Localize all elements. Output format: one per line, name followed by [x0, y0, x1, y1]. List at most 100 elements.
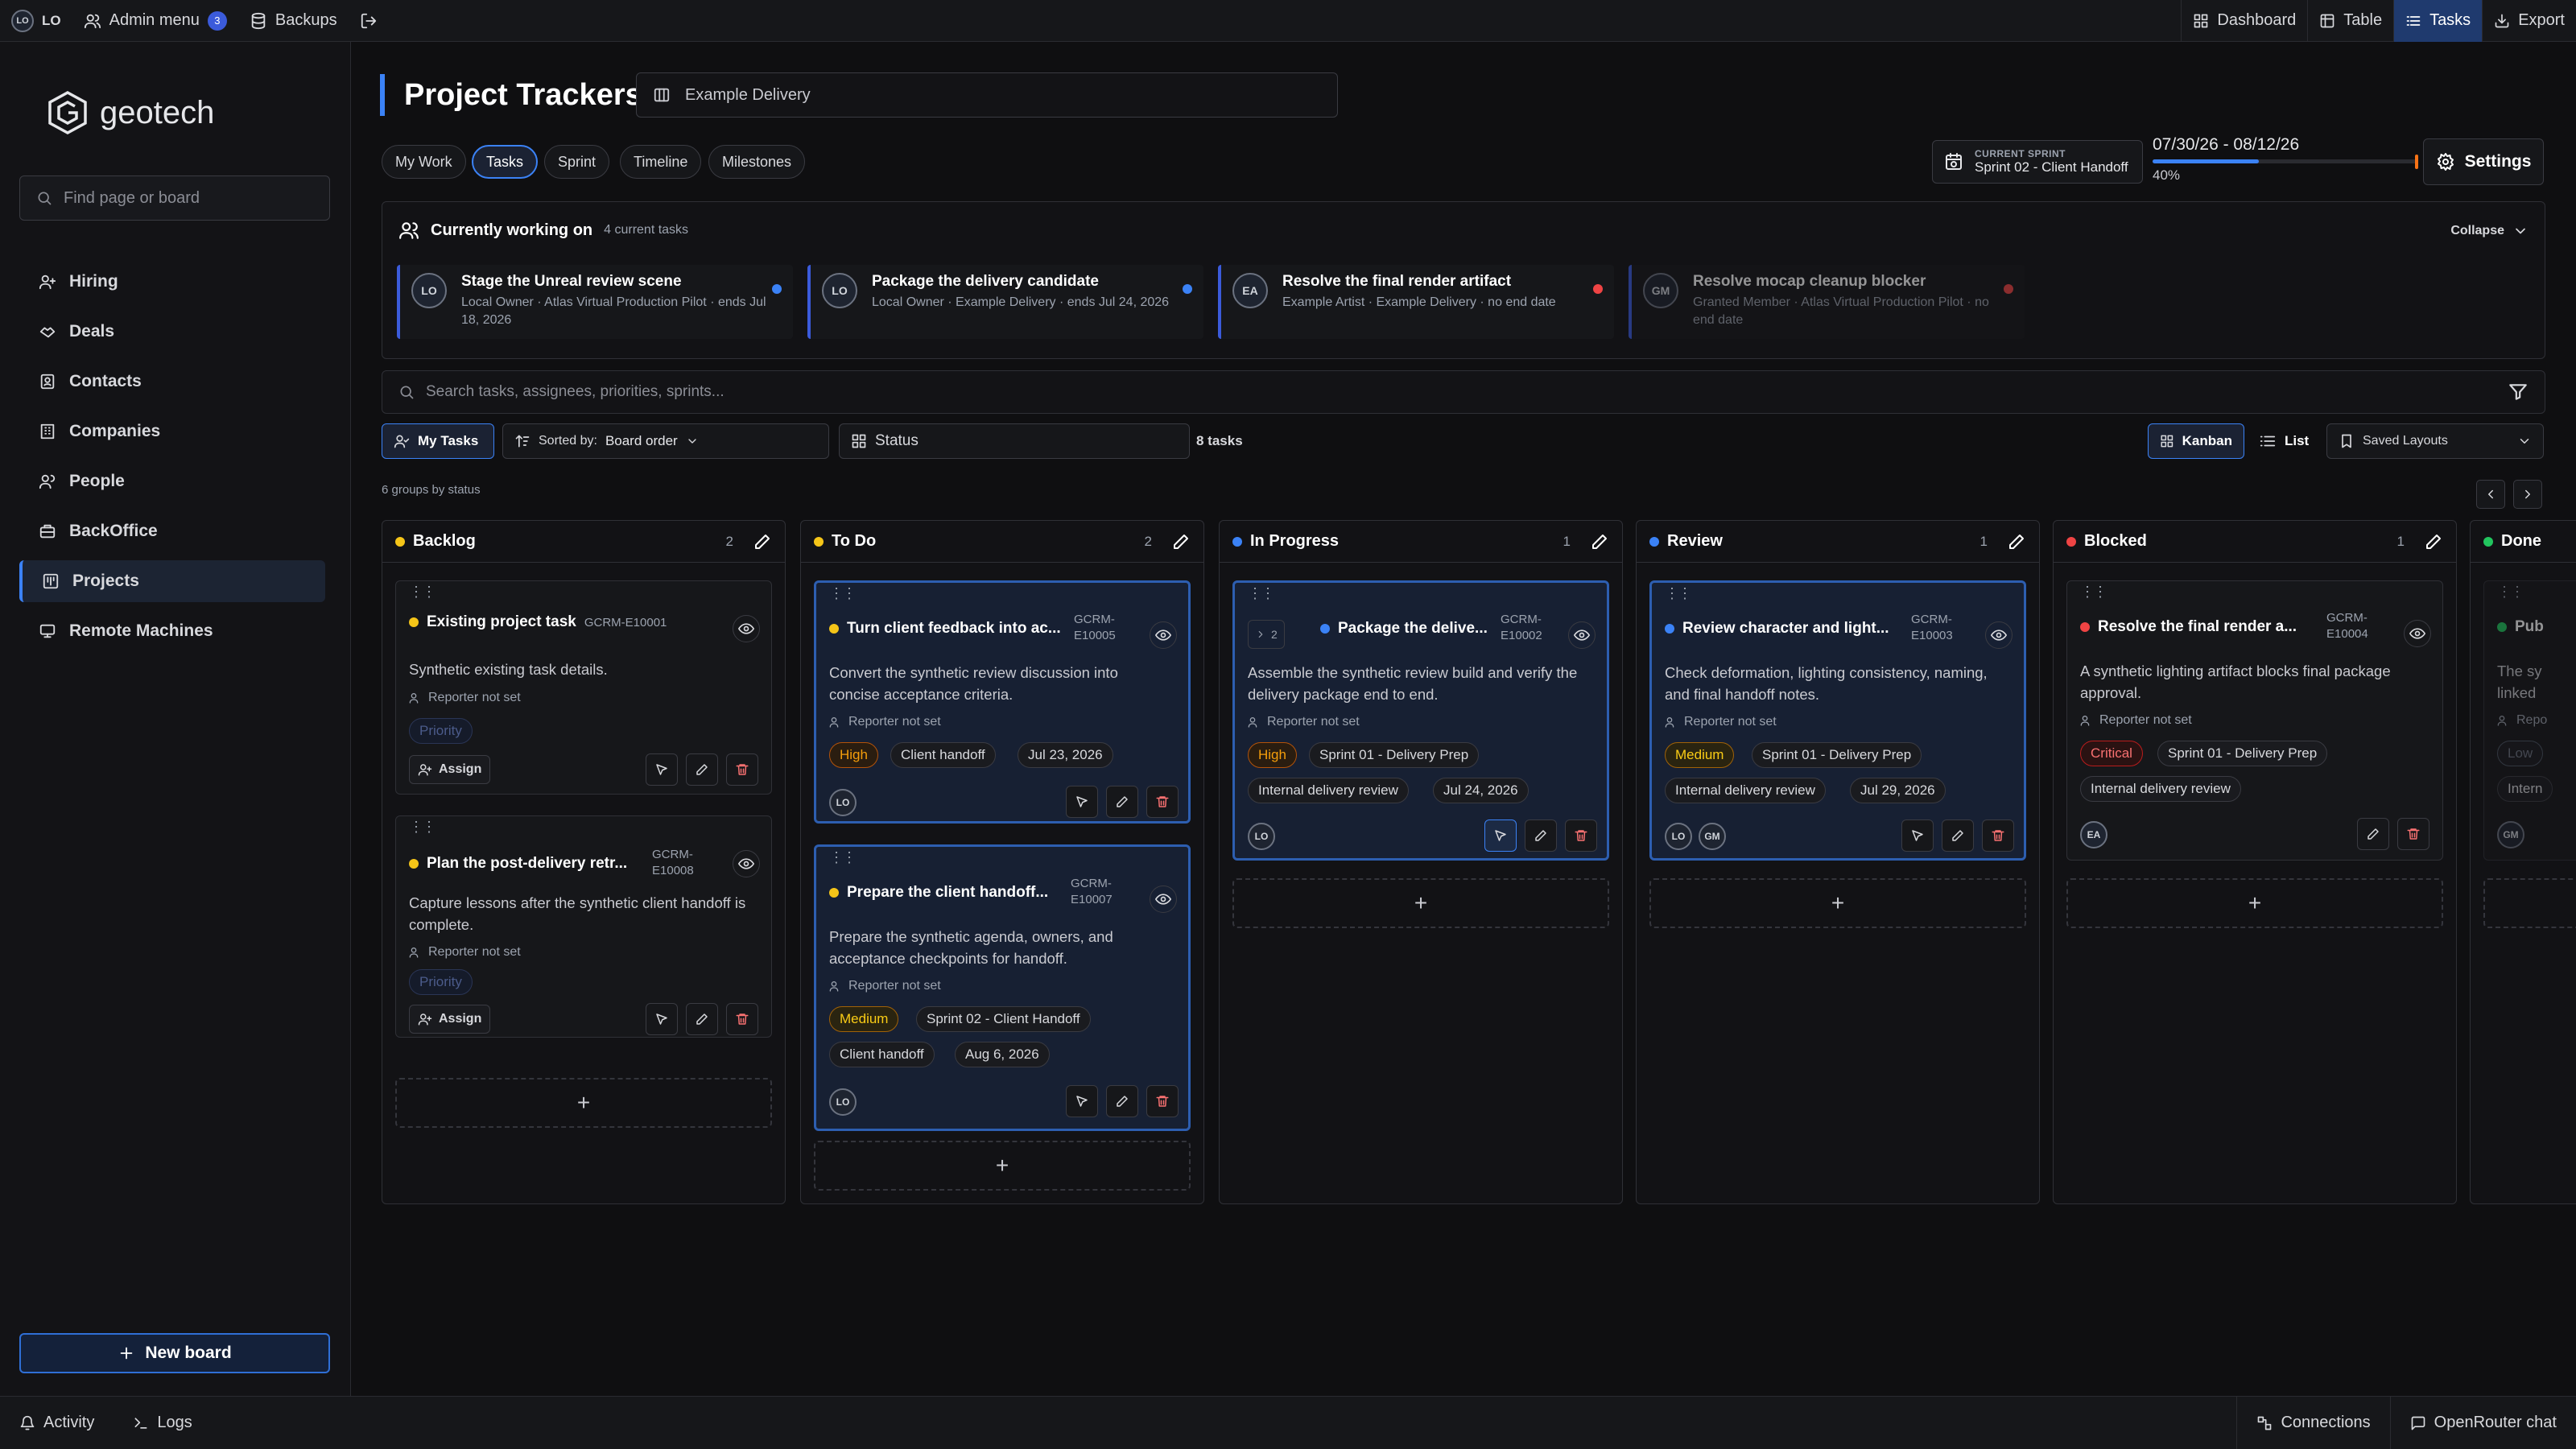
drag-handle-icon[interactable]: ⋮⋮ [409, 819, 436, 834]
add-task-button[interactable]: + [814, 1141, 1191, 1191]
priority-tag[interactable]: High [1248, 742, 1297, 768]
avatar[interactable]: LO [1665, 823, 1692, 850]
subtasks-toggle[interactable]: 2 [1248, 620, 1285, 649]
watch-button[interactable] [1150, 621, 1177, 649]
avatar[interactable]: LO [829, 1088, 857, 1116]
due-date-tag[interactable]: Aug 6, 2026 [955, 1042, 1050, 1067]
my-tasks-toggle[interactable]: My Tasks [382, 423, 494, 459]
pencil-icon[interactable] [753, 532, 772, 551]
edit-task-button[interactable] [1106, 1085, 1138, 1117]
activity-button[interactable]: Activity [0, 1397, 114, 1449]
sprint-tag[interactable]: Sprint 01 - Delivery Prep [1752, 742, 1922, 768]
tab-milestones[interactable]: Milestones [708, 145, 806, 179]
due-date-tag[interactable]: Jul 24, 2026 [1433, 778, 1529, 803]
watch-button[interactable] [1985, 621, 2013, 649]
drag-handle-icon[interactable]: ⋮⋮ [1248, 586, 1275, 601]
task-card[interactable]: ⋮⋮ Turn client feedback into ac... GCRM-… [814, 580, 1191, 824]
new-board-button[interactable]: New board [19, 1333, 330, 1373]
view-table[interactable]: Table [2307, 0, 2393, 42]
logs-button[interactable]: Logs [114, 1397, 211, 1449]
scroll-right-button[interactable] [2513, 480, 2542, 509]
delete-task-button[interactable] [1982, 819, 2014, 852]
sort-select[interactable]: Sorted by: Board order [502, 423, 829, 459]
kanban-view-button[interactable]: Kanban [2148, 423, 2244, 459]
avatar[interactable]: GM [2497, 821, 2524, 848]
label-tag[interactable]: Internal delivery review [2080, 776, 2241, 802]
due-date-tag[interactable]: Jul 23, 2026 [1018, 742, 1113, 768]
delete-task-button[interactable] [2397, 818, 2429, 850]
edit-task-button[interactable] [1106, 786, 1138, 818]
task-search-input[interactable]: Search tasks, assignees, priorities, spr… [382, 370, 2545, 414]
edit-task-button[interactable] [1942, 819, 1974, 852]
assign-button[interactable]: Assign [409, 755, 491, 784]
watch-button[interactable] [733, 615, 760, 642]
drag-handle-icon[interactable]: ⋮⋮ [1665, 586, 1692, 601]
view-dashboard[interactable]: Dashboard [2181, 0, 2307, 42]
tab-tasks[interactable]: Tasks [472, 145, 539, 179]
sidebar-item-contacts[interactable]: Contacts [19, 361, 325, 402]
sidebar-item-deals[interactable]: Deals [19, 311, 325, 353]
label-tag[interactable]: Internal delivery review [1665, 778, 1826, 803]
edit-task-button[interactable] [1525, 819, 1557, 852]
avatar[interactable]: LO [1248, 823, 1275, 850]
label-tag[interactable]: Client handoff [890, 742, 996, 768]
scroll-left-button[interactable] [2476, 480, 2505, 509]
pencil-icon[interactable] [1590, 532, 1609, 551]
current-task-card[interactable]: LO Package the delivery candidate Local O… [807, 265, 1203, 339]
edit-task-button[interactable] [686, 1003, 718, 1035]
backups-button[interactable]: Backups [238, 0, 349, 42]
drag-handle-icon[interactable]: ⋮⋮ [829, 850, 857, 865]
delete-task-button[interactable] [1565, 819, 1597, 852]
assign-button[interactable]: Assign [409, 1005, 491, 1034]
priority-tag[interactable]: Medium [829, 1006, 899, 1032]
task-card[interactable]: ⋮⋮ Existing project task GCRM-E10001 Synt… [395, 580, 772, 795]
add-task-button[interactable]: + [1232, 878, 1609, 928]
user-menu[interactable]: LO LO [0, 0, 72, 42]
add-task-button[interactable] [2483, 878, 2576, 928]
find-page-input[interactable]: Find page or board [19, 175, 330, 221]
task-card[interactable]: ⋮⋮ Plan the post-delivery retr... GCRM- E… [395, 815, 772, 1038]
pencil-icon[interactable] [2007, 532, 2026, 551]
task-card[interactable]: ⋮⋮ Review character and light... GCRM- E1… [1649, 580, 2026, 861]
sidebar-item-companies[interactable]: Companies [19, 411, 325, 452]
delete-task-button[interactable] [1146, 1085, 1179, 1117]
tab-my-work[interactable]: My Work [382, 145, 466, 179]
drag-handle-icon[interactable]: ⋮⋮ [829, 586, 857, 601]
tab-sprint[interactable]: Sprint [544, 145, 610, 179]
current-task-card[interactable]: EA Resolve the final render artifact Exam… [1218, 265, 1614, 339]
edit-task-button[interactable] [2357, 818, 2389, 850]
watch-button[interactable] [1150, 886, 1177, 913]
delete-task-button[interactable] [1146, 786, 1179, 818]
avatar[interactable]: GM [1699, 823, 1726, 850]
board-selector[interactable]: Example Delivery [636, 72, 1338, 118]
brand-logo[interactable]: geotech [47, 90, 214, 135]
pencil-icon[interactable] [2424, 532, 2443, 551]
saved-layouts-select[interactable]: Saved Layouts [2326, 423, 2544, 459]
task-card[interactable]: ⋮⋮ Prepare the client handoff... GCRM- E1… [814, 844, 1191, 1131]
sprint-tag[interactable]: Sprint 02 - Client Handoff [916, 1006, 1091, 1032]
connections-button[interactable]: Connections [2236, 1396, 2389, 1449]
priority-tag[interactable]: Critical [2080, 741, 2143, 766]
drag-handle-icon[interactable]: ⋮⋮ [2080, 584, 2107, 599]
sprint-tag[interactable]: Sprint 01 - Delivery Prep [2157, 741, 2328, 766]
view-tasks[interactable]: Tasks [2393, 0, 2483, 42]
sidebar-item-backoffice[interactable]: BackOffice [19, 510, 325, 552]
current-task-card[interactable]: LO Stage the Unreal review scene Local Ow… [397, 265, 793, 339]
sidebar-item-remote-machines[interactable]: Remote Machines [19, 610, 325, 652]
priority-tag[interactable]: Priority [409, 718, 473, 744]
avatar[interactable]: LO [829, 789, 857, 816]
watch-button[interactable] [2404, 620, 2431, 647]
priority-tag[interactable]: Priority [409, 969, 473, 995]
settings-button[interactable]: Settings [2423, 138, 2544, 185]
drag-handle-icon[interactable]: ⋮⋮ [409, 584, 436, 599]
current-task-card[interactable]: GM Resolve mocap cleanup blocker Granted … [1629, 265, 2025, 339]
current-sprint-box[interactable]: CURRENT SPRINT Sprint 02 - Client Handof… [1932, 140, 2143, 184]
collapse-button[interactable]: Collapse [2450, 223, 2529, 239]
edit-task-button[interactable] [686, 753, 718, 786]
watch-button[interactable] [1568, 621, 1596, 649]
sprint-tag[interactable]: Sprint 01 - Delivery Prep [1309, 742, 1480, 768]
add-task-button[interactable]: + [2066, 878, 2443, 928]
group-by-select[interactable]: Status [839, 423, 1190, 459]
label-tag[interactable]: Client handoff [829, 1042, 935, 1067]
sidebar-item-projects[interactable]: Projects [19, 560, 325, 602]
